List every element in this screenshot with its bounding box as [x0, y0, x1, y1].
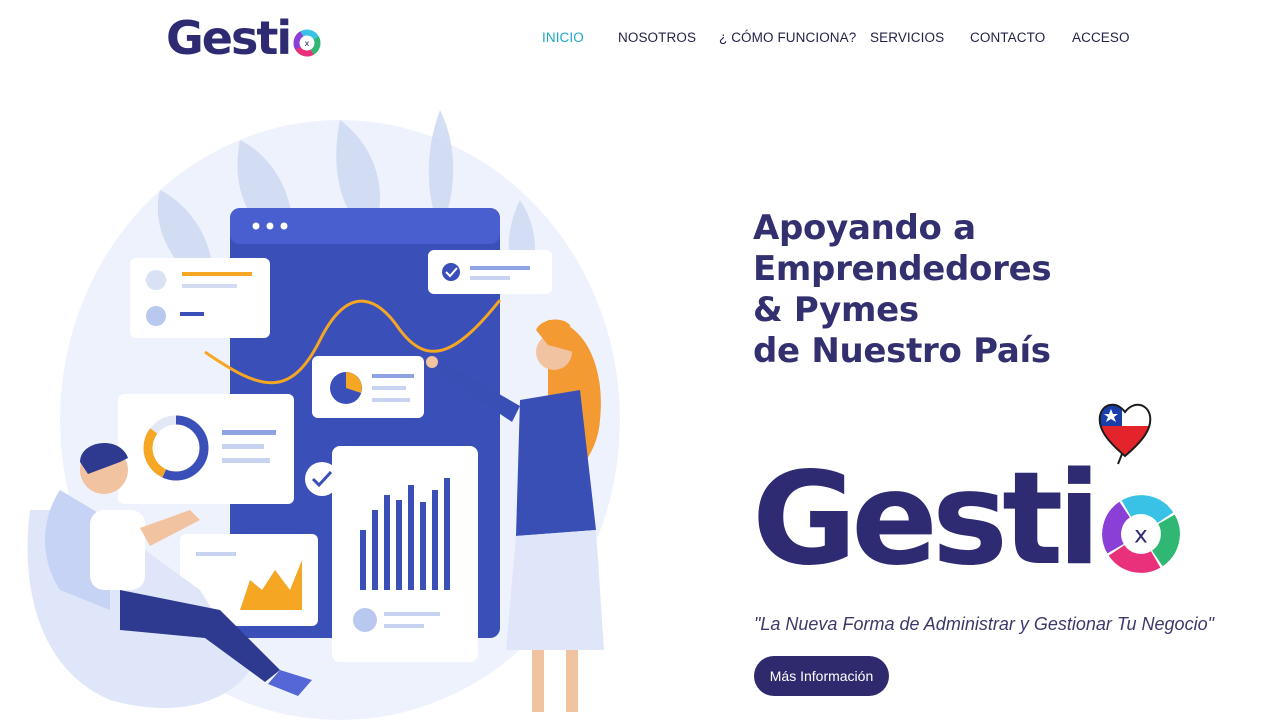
hero-brand-logo-ring-letter: x [1134, 522, 1148, 548]
hero-brand-logo-text: Gesti [752, 445, 1101, 594]
brand-logo-text: Gesti [166, 11, 292, 65]
site-header: Gesti x INICIO NOSOTROS ¿ CÓMO FUNCIONA?… [0, 0, 1280, 80]
nav-contacto[interactable]: CONTACTO [970, 30, 1045, 45]
hero-headline: Apoyando a Emprendedores & Pymes de Nues… [753, 208, 1052, 372]
stats-card-icon [130, 258, 270, 338]
bar-chart-card-icon [332, 446, 478, 662]
hero-headline-line-4: de Nuestro País [753, 331, 1051, 371]
nav-servicios[interactable]: SERVICIOS [870, 30, 944, 45]
hero-brand-logo-ring-icon: x [1102, 495, 1180, 573]
business-analytics-illustration [27, 110, 620, 720]
nav-como-funciona[interactable]: ¿ CÓMO FUNCIONA? [719, 30, 856, 45]
nav-nosotros[interactable]: NOSOTROS [618, 30, 696, 45]
brand-logo[interactable]: Gesti x [166, 12, 322, 64]
hero-tagline: "La Nueva Forma de Administrar y Gestion… [754, 614, 1214, 634]
donut-chart-card-icon [118, 394, 294, 504]
brand-logo-ring-icon: x [293, 29, 321, 57]
nav-inicio[interactable]: INICIO [542, 30, 584, 45]
nav-acceso[interactable]: ACCESO [1072, 30, 1130, 45]
hero-brand-logo: Gesti x [752, 455, 1183, 585]
hero-headline-line-2: Emprendedores [753, 249, 1052, 289]
more-info-button[interactable]: Más Información [754, 656, 889, 696]
hero-headline-line-3: & Pymes [753, 290, 919, 330]
checklist-card-icon [428, 250, 552, 294]
pie-chart-card-icon [312, 356, 424, 418]
brand-logo-ring-letter: x [305, 38, 310, 48]
hero-headline-line-1: Apoyando a [753, 208, 976, 248]
